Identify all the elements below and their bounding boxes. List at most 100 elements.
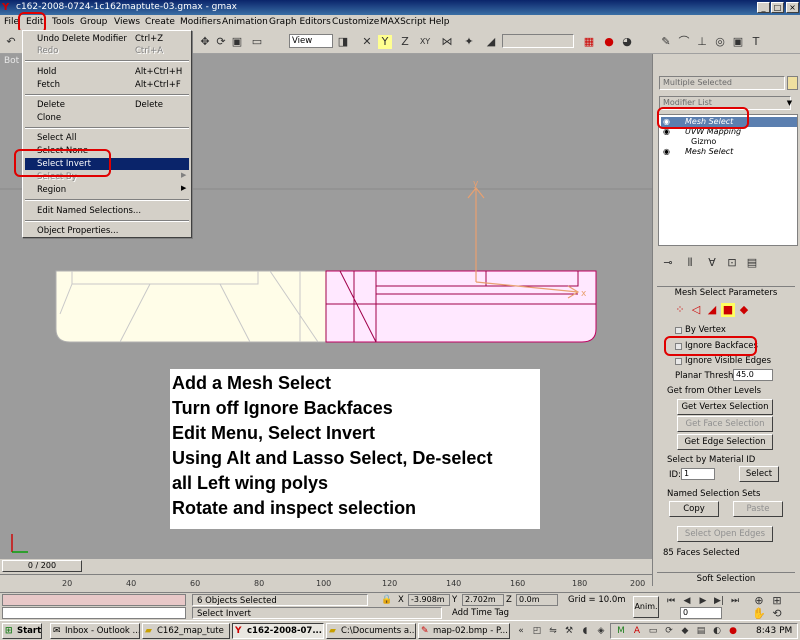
face-level-icon[interactable]: ◢ bbox=[705, 303, 719, 317]
move-icon[interactable]: ✥ bbox=[198, 35, 212, 49]
menu-file[interactable]: File bbox=[4, 16, 19, 29]
material-id-spinner[interactable]: 1 bbox=[681, 468, 715, 480]
tray-chevron-icon[interactable]: « bbox=[514, 624, 528, 638]
menu-item-clone[interactable]: Clone bbox=[37, 112, 61, 124]
next-frame-icon[interactable]: ▶| bbox=[712, 594, 726, 608]
tray-antivirus-icon[interactable]: ● bbox=[726, 624, 740, 638]
copy-button[interactable]: Copy bbox=[669, 501, 719, 517]
arc-rotate-icon[interactable]: ⟲ bbox=[770, 607, 784, 621]
select-object-icon[interactable]: ▭ bbox=[250, 35, 264, 49]
tray-network-icon[interactable]: ⇋ bbox=[546, 624, 560, 638]
restrict-z-icon[interactable]: Z bbox=[398, 35, 412, 49]
menu-item-fetch[interactable]: Fetch bbox=[37, 79, 60, 91]
menu-item-undo[interactable]: Undo Delete Modifier bbox=[37, 33, 127, 45]
ignore-visible-edges-checkbox[interactable] bbox=[675, 358, 682, 365]
polygon-level-icon[interactable]: ■ bbox=[721, 303, 735, 317]
get-vertex-selection-button[interactable]: Get Vertex Selection bbox=[677, 399, 773, 415]
undo-icon[interactable]: ↶ bbox=[4, 35, 18, 49]
menu-customize[interactable]: Customize bbox=[332, 16, 379, 29]
tray-tool-icon[interactable]: ⚒ bbox=[562, 624, 576, 638]
zoom-extents-icon[interactable]: ⊞ bbox=[770, 594, 784, 608]
select-by-id-button[interactable]: Select bbox=[739, 466, 779, 482]
get-edge-selection-button[interactable]: Get Edge Selection bbox=[677, 434, 773, 450]
menu-help[interactable]: Help bbox=[429, 16, 450, 29]
motion-tab-icon[interactable]: ◎ bbox=[713, 35, 727, 49]
tray-security-icon[interactable]: ◈ bbox=[594, 624, 608, 638]
menu-modifiers[interactable]: Modifiers bbox=[180, 16, 221, 29]
planar-thresh-spinner[interactable]: 45.0 bbox=[733, 369, 773, 381]
menu-tools[interactable]: Tools bbox=[52, 16, 74, 29]
maxscript-listener-white[interactable] bbox=[2, 607, 186, 619]
mirror-icon[interactable]: ⋈ bbox=[440, 35, 454, 49]
time-slider-thumb[interactable]: 0 / 200 bbox=[2, 560, 82, 572]
tray-language-icon[interactable]: A bbox=[630, 624, 644, 638]
y-coord-field[interactable]: 2.702m bbox=[462, 594, 504, 606]
reference-coord-select[interactable]: View bbox=[289, 34, 333, 48]
pivot-icon[interactable]: ◨ bbox=[336, 35, 350, 49]
align-icon[interactable]: ✦ bbox=[462, 35, 476, 49]
get-face-selection-button[interactable]: Get Face Selection bbox=[677, 416, 773, 432]
tray-app-icon[interactable]: ◰ bbox=[530, 624, 544, 638]
menu-item-redo[interactable]: Redo bbox=[37, 45, 58, 57]
tray-sync-icon[interactable]: ⟳ bbox=[662, 624, 676, 638]
bulb-icon[interactable]: ◉ bbox=[663, 147, 670, 157]
go-to-end-icon[interactable]: ⏭ bbox=[728, 594, 742, 608]
go-to-start-icon[interactable]: ⏮ bbox=[664, 594, 678, 608]
lock-selection-icon[interactable]: 🔒 bbox=[380, 593, 394, 607]
rotate-icon[interactable]: ⟳ bbox=[214, 35, 228, 49]
taskbar-item-paint[interactable]: ✎ map-02.bmp - P... bbox=[418, 623, 510, 639]
taskbar-item-gmax[interactable]: Y c162-2008-07... bbox=[232, 623, 324, 639]
current-frame-field[interactable]: 0 bbox=[680, 607, 722, 619]
pin-stack-icon[interactable]: ⊸ bbox=[661, 256, 675, 270]
named-selection-set-dropdown[interactable] bbox=[502, 34, 574, 48]
menu-views[interactable]: Views bbox=[114, 16, 140, 29]
scale-icon[interactable]: ▣ bbox=[230, 35, 244, 49]
z-coord-field[interactable]: 0.0m bbox=[516, 594, 558, 606]
tray-display-icon[interactable]: ▭ bbox=[646, 624, 660, 638]
stack-item-gizmo[interactable]: Gizmo bbox=[661, 137, 797, 147]
paste-button[interactable]: Paste bbox=[733, 501, 783, 517]
tray-msg-icon[interactable]: ▤ bbox=[694, 624, 708, 638]
close-button[interactable]: × bbox=[786, 2, 799, 13]
snap-icon[interactable]: ◢ bbox=[484, 35, 498, 49]
hierarchy-tab-icon[interactable]: ⊥ bbox=[695, 35, 709, 49]
display-tab-icon[interactable]: ▣ bbox=[731, 35, 745, 49]
menu-maxscript[interactable]: MAXScript bbox=[380, 16, 426, 29]
tray-volume-icon[interactable]: ◖ bbox=[578, 624, 592, 638]
restrict-y-icon[interactable]: Y bbox=[378, 35, 392, 49]
rollout-title-soft-selection[interactable]: Soft Selection bbox=[657, 572, 795, 584]
menu-create[interactable]: Create bbox=[145, 16, 175, 29]
start-button[interactable]: ⊞ Start bbox=[2, 623, 42, 639]
menu-item-region[interactable]: Region bbox=[37, 184, 66, 196]
menu-item-select-all[interactable]: Select All bbox=[37, 132, 76, 144]
maximize-button[interactable]: □ bbox=[771, 2, 784, 13]
object-name-field[interactable]: Multiple Selected bbox=[659, 76, 785, 90]
time-slider[interactable]: 0 / 200 bbox=[0, 559, 652, 574]
track-bar[interactable]: 20 40 60 80 100 120 140 160 180 200 bbox=[0, 574, 652, 592]
tray-update-icon[interactable]: ◐ bbox=[710, 624, 724, 638]
tray-m-icon[interactable]: M bbox=[614, 624, 628, 638]
taskbar-item-folder[interactable]: ▰ C162_map_tute bbox=[142, 623, 230, 639]
add-time-tag[interactable]: Add Time Tag bbox=[450, 607, 540, 619]
material-editor-icon[interactable]: ▦ bbox=[582, 35, 596, 49]
previous-frame-icon[interactable]: ◀ bbox=[680, 594, 694, 608]
by-vertex-checkbox[interactable] bbox=[675, 327, 682, 334]
restrict-x-icon[interactable]: ✕ bbox=[360, 35, 374, 49]
menu-animation[interactable]: Animation bbox=[222, 16, 268, 29]
menu-item-edit-named-selections[interactable]: Edit Named Selections... bbox=[37, 205, 141, 217]
minimize-button[interactable]: _ bbox=[757, 2, 770, 13]
rollout-title-mesh-select-parameters[interactable]: Mesh Select Parameters bbox=[657, 286, 795, 298]
remove-modifier-icon[interactable]: ⊡ bbox=[725, 256, 739, 270]
menu-group[interactable]: Group bbox=[80, 16, 107, 29]
utilities-tab-icon[interactable]: T bbox=[749, 35, 763, 49]
tray-shield-icon[interactable]: ◆ bbox=[678, 624, 692, 638]
menu-item-object-properties[interactable]: Object Properties... bbox=[37, 225, 118, 237]
animate-mode-button[interactable]: Anim. bbox=[633, 596, 659, 618]
x-coord-field[interactable]: -3.908m bbox=[408, 594, 450, 606]
play-icon[interactable]: ▶ bbox=[696, 594, 710, 608]
show-end-result-icon[interactable]: ⫴ bbox=[683, 256, 697, 270]
stack-item-mesh-select[interactable]: ◉ Mesh Select bbox=[661, 147, 797, 157]
zoom-icon[interactable]: ⊕ bbox=[752, 594, 766, 608]
dropdown-arrow-icon[interactable]: ▼ bbox=[784, 97, 795, 109]
quick-render-icon[interactable]: ◕ bbox=[620, 35, 634, 49]
